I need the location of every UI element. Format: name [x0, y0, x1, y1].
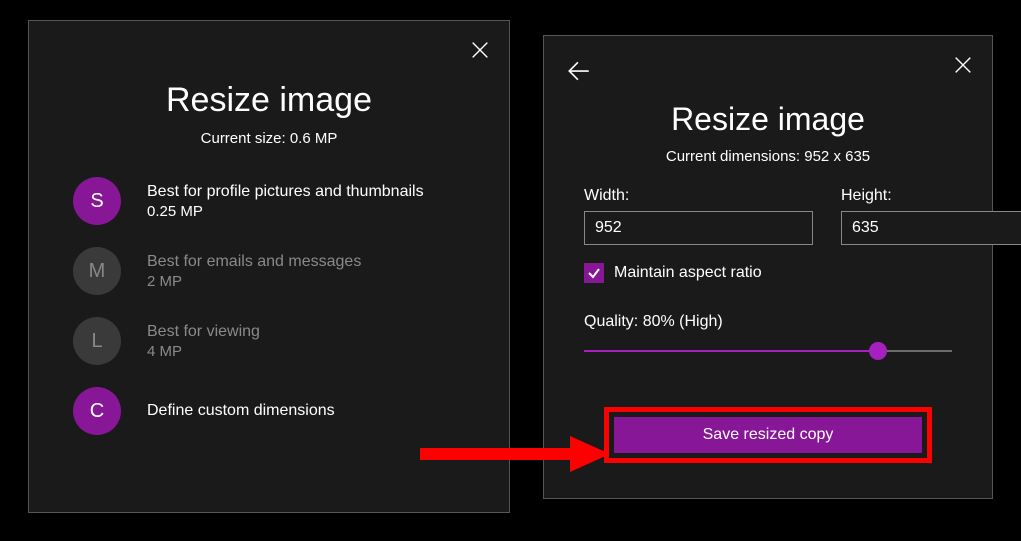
option-badge: M [73, 247, 121, 295]
current-dimensions: Current dimensions: 952 x 635 [544, 148, 992, 165]
size-option-custom[interactable]: C Define custom dimensions [73, 387, 465, 435]
option-sub: 0.25 MP [147, 203, 424, 220]
quality-label: Quality: 80% (High) [584, 313, 952, 331]
option-badge: C [73, 387, 121, 435]
arrow-left-icon [566, 58, 592, 84]
height-label: Height: [841, 187, 1021, 205]
close-button[interactable] [469, 39, 491, 61]
aspect-ratio-label: Maintain aspect ratio [614, 264, 762, 282]
slider-thumb[interactable] [869, 342, 887, 360]
size-options: S Best for profile pictures and thumbnai… [29, 177, 509, 435]
option-badge: L [73, 317, 121, 365]
checkmark-icon [587, 266, 601, 280]
aspect-ratio-checkbox[interactable] [584, 263, 604, 283]
option-label: Best for emails and messages [147, 253, 361, 271]
size-option-l: L Best for viewing 4 MP [73, 317, 465, 365]
slider-fill [584, 350, 878, 352]
save-resized-copy-button[interactable]: Save resized copy [614, 417, 922, 453]
close-button[interactable] [952, 54, 974, 76]
back-button[interactable] [566, 58, 592, 84]
width-input[interactable] [584, 211, 813, 245]
resize-dialog-presets: Resize image Current size: 0.6 MP S Best… [28, 20, 510, 513]
option-label: Best for viewing [147, 323, 260, 341]
width-label: Width: [584, 187, 813, 205]
dialog-title: Resize image [544, 101, 992, 138]
resize-dialog-custom: Resize image Current dimensions: 952 x 6… [543, 35, 993, 499]
dialog-title: Resize image [29, 81, 509, 120]
quality-slider[interactable] [584, 341, 952, 361]
option-label: Best for profile pictures and thumbnails [147, 183, 424, 201]
height-input[interactable] [841, 211, 1021, 245]
size-option-s[interactable]: S Best for profile pictures and thumbnai… [73, 177, 465, 225]
close-icon [952, 54, 974, 76]
option-sub: 2 MP [147, 273, 361, 290]
option-badge: S [73, 177, 121, 225]
option-sub: 4 MP [147, 343, 260, 360]
current-size: Current size: 0.6 MP [29, 130, 509, 147]
close-icon [469, 39, 491, 61]
save-button-highlight: Save resized copy [604, 407, 932, 463]
option-label: Define custom dimensions [147, 402, 335, 420]
size-option-m: M Best for emails and messages 2 MP [73, 247, 465, 295]
